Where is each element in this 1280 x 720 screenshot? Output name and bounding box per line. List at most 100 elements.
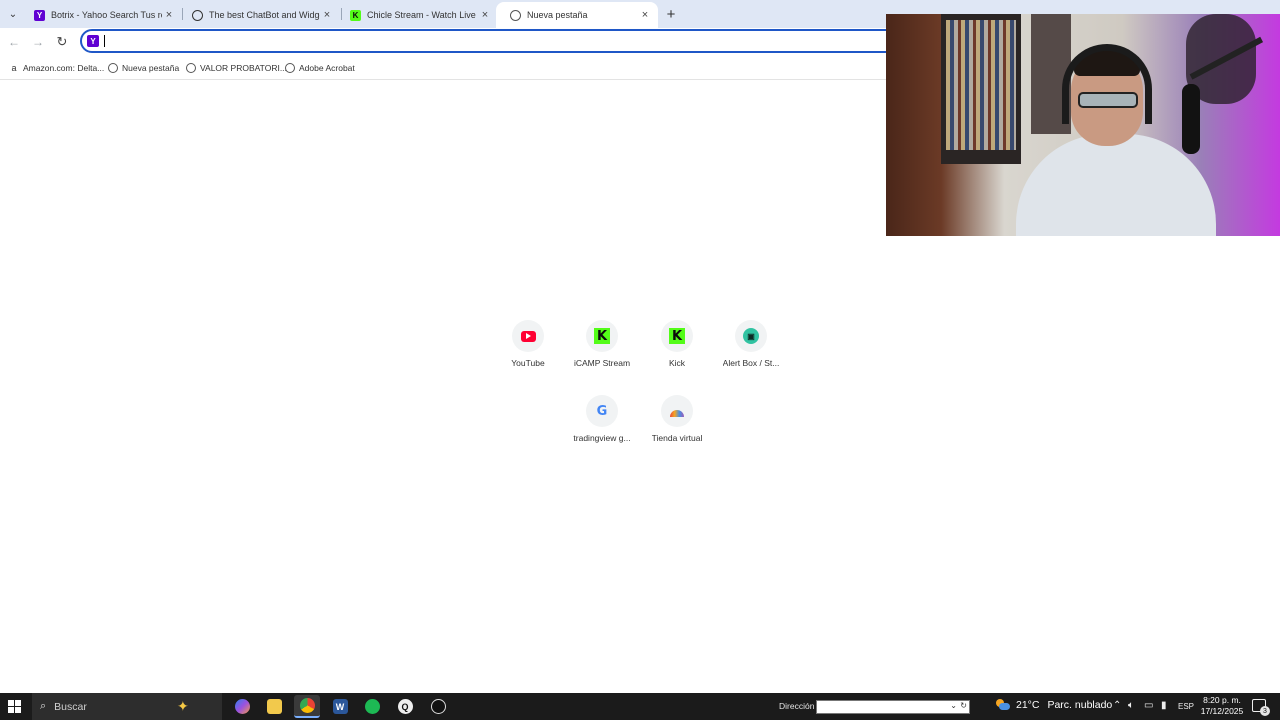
taskbar-app-chrome[interactable] <box>294 695 320 718</box>
tab-chicle-stream[interactable]: K Chicle Stream - Watch Live on K × <box>336 2 498 28</box>
tab-title: Nueva pestaña <box>527 10 588 20</box>
close-icon[interactable]: × <box>638 8 652 22</box>
shortcut-label: iCAMP Stream <box>573 358 631 368</box>
forward-button[interactable]: → <box>28 32 48 52</box>
shortcut-icon-tile: G <box>586 395 618 427</box>
shortcut-icon-tile: ▣ <box>735 320 767 352</box>
go-arrow-icon[interactable]: ↻ <box>960 701 967 710</box>
amazon-icon: a <box>11 63 17 73</box>
tab-title: The best ChatBot and Widgets <box>209 10 320 20</box>
address-toolbar-input[interactable]: ⌄ ↻ <box>816 700 970 714</box>
bookmark-nueva-pestana[interactable]: Nueva pestaña <box>108 61 179 75</box>
close-icon[interactable]: × <box>320 8 334 22</box>
clock-date: 17/12/2025 <box>1200 706 1244 716</box>
notification-count: 3 <box>1260 706 1270 716</box>
clock[interactable]: 8:20 p. m. 17/12/2025 <box>1200 695 1244 717</box>
notification-center-icon[interactable]: 3 <box>1252 699 1270 716</box>
word-icon: W <box>332 699 348 714</box>
tab-botrix[interactable]: The best ChatBot and Widgets × <box>178 2 340 28</box>
chevron-down-icon[interactable]: ⌄ <box>950 701 957 710</box>
bookmark-adobe-acrobat[interactable]: Adobe Acrobat <box>285 61 355 75</box>
screen: ⌄ Y Botrix - Yahoo Search Tus resulta × … <box>0 0 1280 720</box>
reload-icon: ↻ <box>56 34 68 49</box>
shortcut-kick[interactable]: K Kick <box>637 320 717 368</box>
arrow-left-icon: ← <box>8 35 20 49</box>
taskbar-app-spotify[interactable] <box>359 695 385 718</box>
streamlabs-icon: ▣ <box>743 328 759 344</box>
copilot-icon <box>234 699 250 714</box>
windows-taskbar: ⌕ Buscar ✦ W Q Dirección ⌄ ↻ 21°C Parc. … <box>0 693 1280 720</box>
weather-temp: 21°C <box>1016 699 1040 711</box>
shortcut-icon-tile: K <box>586 320 618 352</box>
bookmark-amazon[interactable]: a Amazon.com: Delta... <box>9 61 104 75</box>
obs-icon: Q <box>397 699 413 714</box>
shortcut-label: Kick <box>668 358 686 368</box>
tab-new-tab[interactable]: Nueva pestaña × <box>496 2 658 28</box>
address-bar[interactable]: Y <box>80 29 910 53</box>
chevron-down-icon: ⌄ <box>8 8 18 20</box>
language-indicator[interactable]: ESP <box>1178 702 1194 711</box>
shortcut-tienda-virtual[interactable]: Tienda virtual <box>637 395 717 443</box>
taskbar-app-copilot[interactable] <box>229 695 255 718</box>
spotify-icon <box>364 699 380 714</box>
close-icon[interactable]: × <box>162 8 176 22</box>
taskbar-app-obs-studio[interactable] <box>425 695 451 718</box>
reload-button[interactable]: ↻ <box>52 32 72 52</box>
tab-title: Chicle Stream - Watch Live on K <box>367 10 478 20</box>
glasses <box>1078 92 1138 108</box>
tab-title: Botrix - Yahoo Search Tus resulta <box>51 10 162 20</box>
kick-icon: K <box>594 328 610 344</box>
address-input[interactable] <box>104 33 884 49</box>
taskbar-search[interactable]: ⌕ Buscar ✦ <box>32 693 222 720</box>
file-explorer-icon <box>266 699 282 714</box>
kick-icon: K <box>350 9 361 21</box>
globe-icon <box>285 63 295 73</box>
yahoo-icon: Y <box>34 9 45 21</box>
tab-yahoo-search[interactable]: Y Botrix - Yahoo Search Tus resulta × <box>20 2 182 28</box>
chrome-icon <box>299 698 315 713</box>
shortcut-icon-tile <box>512 320 544 352</box>
webcam-overlay <box>886 14 1280 236</box>
back-button[interactable]: ← <box>4 32 24 52</box>
shortcut-label: YouTube <box>511 358 545 368</box>
books <box>946 20 1016 150</box>
shortcut-label: Alert Box / St... <box>722 358 780 368</box>
taskbar-app-explorer[interactable] <box>261 695 287 718</box>
rainbow-icon <box>670 409 684 417</box>
microphone <box>1182 84 1200 154</box>
youtube-icon <box>520 330 536 342</box>
yahoo-icon: Y <box>87 35 99 47</box>
arrow-right-icon: → <box>32 35 44 49</box>
bookmark-label: VALOR PROBATORI... <box>200 63 287 73</box>
shortcut-tradingview[interactable]: G tradingview g... <box>562 395 642 443</box>
botrix-icon <box>192 9 203 21</box>
partly-cloudy-icon <box>996 699 1010 711</box>
globe-icon <box>186 63 196 73</box>
network-icon[interactable]: ▭ <box>1144 700 1153 711</box>
weather-widget[interactable]: 21°C Parc. nublado <box>996 699 1112 711</box>
bookmark-label: Adobe Acrobat <box>299 63 355 73</box>
taskbar-app-word[interactable]: W <box>327 695 353 718</box>
microphone-icon[interactable]: ▮ <box>1161 700 1167 711</box>
shortcut-icamp-stream[interactable]: K iCAMP Stream <box>562 320 642 368</box>
taskbar-search-placeholder: Buscar <box>54 700 87 713</box>
sparkle-icon: ✦ <box>177 698 189 714</box>
shortcut-alert-box[interactable]: ▣ Alert Box / St... <box>711 320 791 368</box>
new-tab-button[interactable]: + <box>662 5 680 23</box>
plus-icon: + <box>666 5 676 23</box>
taskbar-app-obs[interactable]: Q <box>392 695 418 718</box>
weather-condition: Parc. nublado <box>1047 699 1113 711</box>
clock-time: 8:20 p. m. <box>1203 695 1241 705</box>
close-icon[interactable]: × <box>478 8 492 22</box>
bookmark-label: Nueva pestaña <box>122 63 180 73</box>
globe-icon <box>510 9 521 21</box>
kick-icon: K <box>669 328 685 344</box>
shortcut-youtube[interactable]: YouTube <box>488 320 568 368</box>
bookmark-label: Amazon.com: Delta... <box>23 63 105 73</box>
bookmark-valor-probatorio[interactable]: VALOR PROBATORI... <box>186 61 287 75</box>
chevron-up-icon[interactable]: ⌃ <box>1113 700 1121 711</box>
shortcut-label: tradingview g... <box>573 433 631 443</box>
google-icon: G <box>596 403 608 419</box>
speaker-icon[interactable]: 🔈︎ <box>1128 700 1134 711</box>
windows-start-icon[interactable] <box>8 700 21 713</box>
